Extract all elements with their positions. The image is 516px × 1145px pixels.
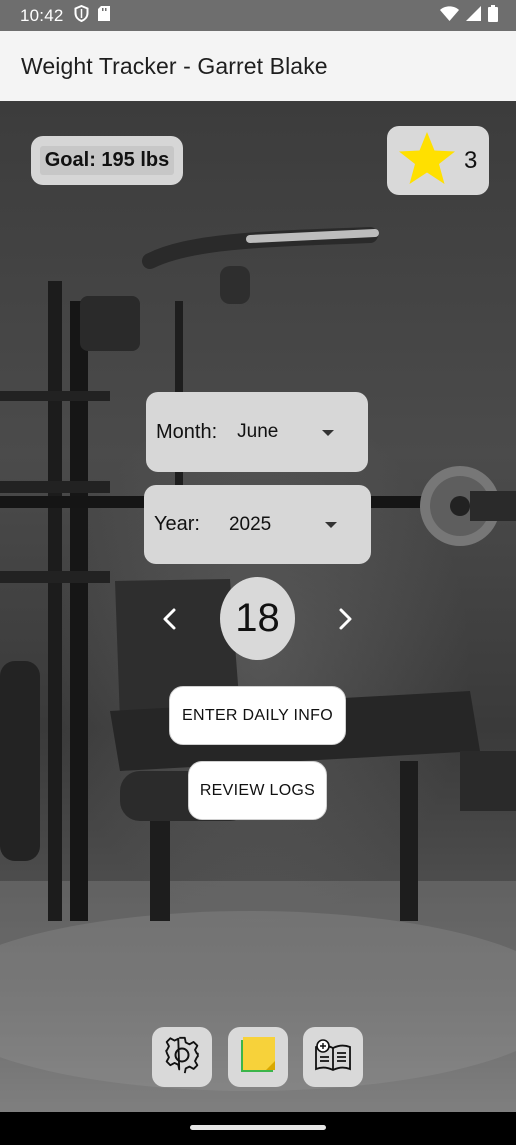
- status-bar: 10:42: [0, 0, 516, 31]
- book-button[interactable]: [303, 1027, 363, 1087]
- app-bar: Weight Tracker - Garret Blake: [0, 31, 516, 101]
- navigation-bar: [0, 1112, 516, 1145]
- battery-icon: [488, 4, 498, 27]
- month-dropdown[interactable]: Month: June: [146, 392, 368, 472]
- settings-button[interactable]: [152, 1027, 212, 1087]
- shield-icon: [74, 4, 89, 27]
- goal-chip: Goal: 195 lbs: [31, 136, 183, 185]
- signal-icon: [466, 5, 481, 26]
- status-time: 10:42: [20, 5, 64, 25]
- chevron-right-icon[interactable]: [332, 606, 358, 632]
- gear-icon: [162, 1035, 202, 1080]
- enter-daily-info-button[interactable]: ENTER DAILY INFO: [169, 686, 346, 745]
- star-counter[interactable]: 3: [387, 126, 489, 195]
- status-left-icons: [74, 4, 110, 27]
- book-icon: [313, 1038, 353, 1077]
- month-value[interactable]: June: [237, 421, 278, 443]
- status-right-icons: [440, 4, 498, 27]
- sd-card-icon: [97, 5, 110, 26]
- year-value[interactable]: 2025: [229, 514, 271, 536]
- notes-button[interactable]: [228, 1027, 288, 1087]
- chevron-left-icon[interactable]: [157, 606, 183, 632]
- day-display: 18: [220, 577, 295, 660]
- dropdown-arrow-icon[interactable]: [322, 430, 334, 436]
- dropdown-arrow-icon[interactable]: [325, 522, 337, 528]
- wifi-icon: [440, 5, 459, 26]
- star-icon: [396, 130, 458, 191]
- home-gesture-handle[interactable]: [190, 1125, 326, 1130]
- year-dropdown[interactable]: Year: 2025: [144, 485, 371, 564]
- month-label: Month:: [156, 420, 218, 443]
- star-count: 3: [464, 146, 478, 174]
- goal-label: Goal: 195 lbs: [39, 146, 175, 175]
- app-title: Weight Tracker - Garret Blake: [21, 52, 328, 79]
- review-logs-button[interactable]: REVIEW LOGS: [188, 761, 327, 820]
- year-label: Year:: [154, 513, 200, 535]
- sticky-note-icon: [237, 1034, 279, 1081]
